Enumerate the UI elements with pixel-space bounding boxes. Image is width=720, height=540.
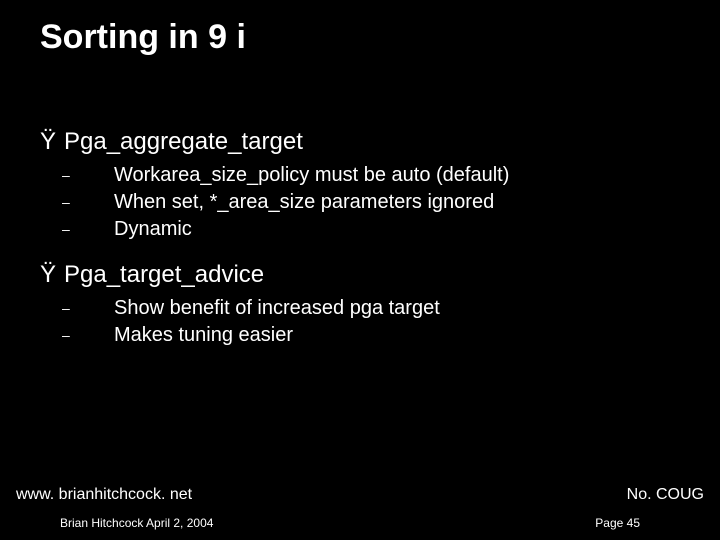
bullet-marker: –: [88, 220, 114, 239]
bullet-lvl2: –Workarea_size_policy must be auto (defa…: [114, 162, 680, 189]
bullet-text: Show benefit of increased pga target: [114, 297, 440, 319]
bullet-marker: –: [88, 299, 114, 318]
slide: Sorting in 9 i ŸPga_aggregate_target –Wo…: [0, 0, 720, 540]
bullet-lvl1: ŸPga_aggregate_target: [40, 128, 680, 156]
bullet-text: Makes tuning easier: [114, 324, 293, 346]
bullet-marker: Ÿ: [40, 261, 64, 289]
bullet-lvl2: –Show benefit of increased pga target: [114, 295, 680, 322]
bullet-text: Dynamic: [114, 218, 192, 240]
bullet-marker: –: [88, 166, 114, 185]
bullet-marker: –: [88, 193, 114, 212]
footer-url: www. brianhitchcock. net: [16, 486, 192, 504]
bullet-marker: Ÿ: [40, 128, 64, 156]
bullet-lvl2: –Makes tuning easier: [114, 322, 680, 349]
bullet-lvl2: –When set, *_area_size parameters ignore…: [114, 189, 680, 216]
bullet-text: Workarea_size_policy must be auto (defau…: [114, 164, 509, 186]
bullet-text: Pga_target_advice: [64, 261, 264, 288]
footer-page: Page 45: [595, 516, 640, 530]
slide-title: Sorting in 9 i: [40, 18, 246, 57]
bullet-text: When set, *_area_size parameters ignored: [114, 191, 494, 213]
footer-org: No. COUG: [627, 486, 704, 504]
footer-author: Brian Hitchcock April 2, 2004: [60, 516, 213, 530]
bullet-marker: –: [88, 326, 114, 345]
bullet-lvl2: –Dynamic: [114, 216, 680, 243]
bullet-text: Pga_aggregate_target: [64, 128, 303, 155]
bullet-lvl1: ŸPga_target_advice: [40, 261, 680, 289]
slide-content: ŸPga_aggregate_target –Workarea_size_pol…: [40, 110, 680, 349]
